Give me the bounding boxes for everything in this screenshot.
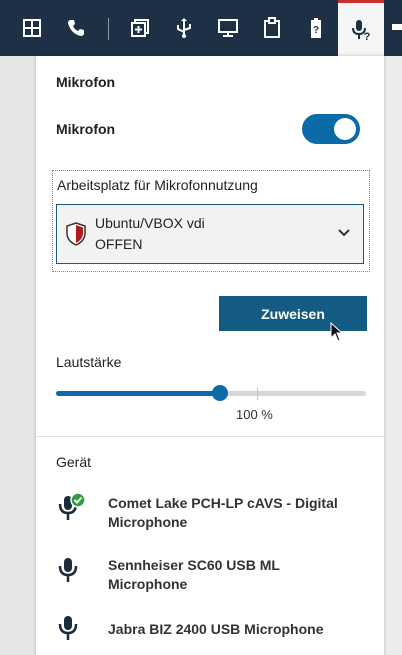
microphone-check-icon <box>56 492 90 527</box>
chevron-down-icon <box>337 225 351 243</box>
assign-button[interactable]: Zuweisen <box>219 296 367 331</box>
svg-text:?: ? <box>313 25 319 36</box>
volume-100-marker <box>257 387 258 400</box>
phone-icon[interactable] <box>56 0 96 56</box>
toolbar-overflow-indicator <box>392 24 402 30</box>
volume-value: 100 % <box>236 407 273 422</box>
usb-icon[interactable] <box>164 0 204 56</box>
volume-slider-handle[interactable] <box>212 385 229 401</box>
panel-title: Mikrofon <box>56 74 116 90</box>
device-section-title: Gerät <box>56 454 92 470</box>
workspace-select[interactable]: Ubuntu/VBOX vdi OFFEN <box>56 204 364 264</box>
clipboard-icon[interactable] <box>252 0 292 56</box>
toggle-knob <box>334 118 356 140</box>
volume-slider[interactable] <box>56 385 366 401</box>
shield-icon <box>66 222 86 251</box>
left-background <box>0 56 36 655</box>
workspace-status: OFFEN <box>95 236 143 252</box>
microphone-icon <box>56 556 80 589</box>
microphone-panel: Mikrofon Mikrofon Arbeitsplatz für Mikro… <box>36 56 384 655</box>
workspace-name: Ubuntu/VBOX vdi <box>95 215 205 231</box>
workspace-label: Arbeitsplatz für Mikrofonnutzung <box>57 177 258 193</box>
workspace-field: Arbeitsplatz für Mikrofonnutzung Ubuntu/… <box>52 170 370 272</box>
divider <box>36 436 384 437</box>
microphone-toggle-label: Mikrofon <box>56 121 116 137</box>
volume-label: Lautstärke <box>56 354 122 370</box>
mouse-cursor-icon <box>330 321 344 347</box>
monitor-icon[interactable] <box>208 0 248 56</box>
microphone-help-icon[interactable]: ? <box>338 0 384 56</box>
battery-icon[interactable]: ? <box>296 0 336 56</box>
toolbar-separator <box>108 18 109 40</box>
microphone-toggle[interactable] <box>302 114 360 144</box>
microphone-icon <box>56 614 80 647</box>
device-name: Jabra BIZ 2400 USB Microphone <box>108 621 324 637</box>
volume-slider-fill <box>56 391 221 396</box>
window-add-icon[interactable] <box>120 0 160 56</box>
device-name: Comet Lake PCH-LP cAVS - Digital Microph… <box>108 495 338 530</box>
svg-text:?: ? <box>364 31 371 42</box>
device-name: Sennheiser SC60 USB ML Microphone <box>108 557 280 592</box>
grid-icon[interactable] <box>12 0 52 56</box>
top-toolbar: ? ? <box>0 0 402 56</box>
right-background <box>384 56 402 655</box>
